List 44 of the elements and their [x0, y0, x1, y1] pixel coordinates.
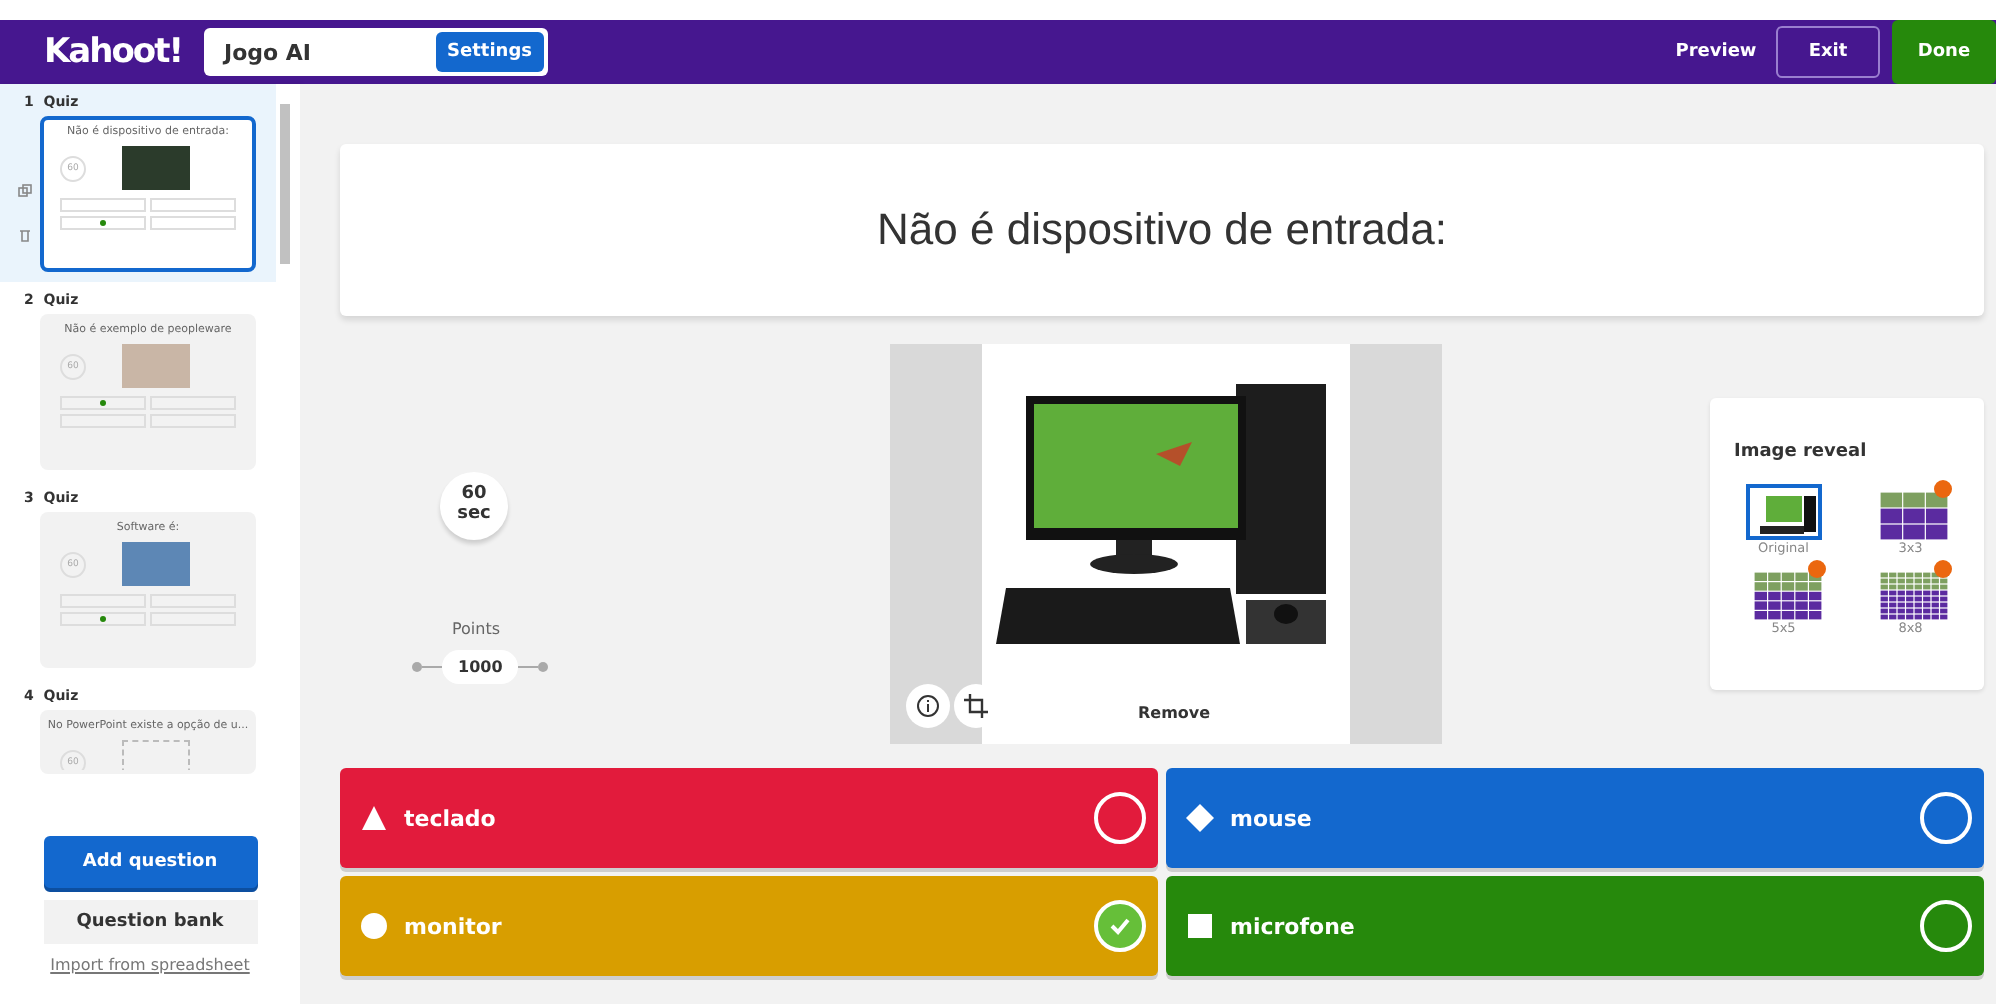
- answer-tile[interactable]: microfone: [1166, 876, 1984, 976]
- pixel-grid-icon: [1880, 492, 1949, 540]
- square-icon: [1186, 912, 1214, 940]
- answer-text: teclado: [404, 805, 498, 831]
- correct-toggle[interactable]: [1920, 900, 1972, 952]
- answer-text: microfone: [1230, 913, 1357, 939]
- preview-button[interactable]: Preview: [1656, 26, 1776, 78]
- correct-toggle[interactable]: [1094, 900, 1146, 952]
- pixel-grid-icon: [1753, 572, 1822, 620]
- remove-button[interactable]: Remove: [1126, 702, 1223, 724]
- delete-icon[interactable]: [18, 228, 32, 242]
- points-value[interactable]: 1000: [442, 650, 519, 684]
- pixel-grid-icon: [1880, 572, 1949, 620]
- title-field[interactable]: Jogo AI Settings: [204, 28, 548, 76]
- settings-button[interactable]: Settings: [435, 32, 544, 72]
- question-field[interactable]: Não é dispositivo de entrada:: [340, 144, 1984, 316]
- reveal-option[interactable]: [1745, 484, 1822, 540]
- answer-text: mouse: [1230, 805, 1314, 831]
- image-reveal-title: Image reveal: [1734, 442, 1867, 462]
- scrollbar[interactable]: [280, 104, 290, 264]
- crop-icon: [964, 694, 988, 718]
- question-bank-button[interactable]: Question bank: [43, 900, 257, 944]
- done-button[interactable]: Done: [1892, 20, 1996, 84]
- correct-toggle[interactable]: [1920, 792, 1972, 844]
- image-placeholder: [122, 146, 190, 190]
- answer-text: monitor: [404, 913, 504, 939]
- check-icon: [1108, 914, 1132, 938]
- info-button[interactable]: [906, 684, 950, 728]
- image-placeholder: [122, 542, 190, 586]
- circle-icon: [360, 912, 388, 940]
- diamond-icon: [1186, 804, 1214, 832]
- image-placeholder: [122, 344, 190, 388]
- add-question-button[interactable]: Add question: [43, 836, 257, 888]
- answer-tile[interactable]: mouse: [1166, 768, 1984, 868]
- exit-button[interactable]: Exit: [1776, 26, 1880, 78]
- duplicate-icon[interactable]: [18, 184, 32, 198]
- triangle-icon: [360, 804, 388, 832]
- time-limit-button[interactable]: 60 sec: [440, 472, 508, 540]
- answer-tile[interactable]: teclado: [340, 768, 1158, 868]
- info-icon: [916, 694, 940, 718]
- correct-toggle[interactable]: [1094, 792, 1146, 844]
- import-link[interactable]: Import from spreadsheet: [50, 956, 250, 974]
- logo: Kahoot!: [44, 32, 184, 72]
- points-label: Points: [452, 620, 501, 638]
